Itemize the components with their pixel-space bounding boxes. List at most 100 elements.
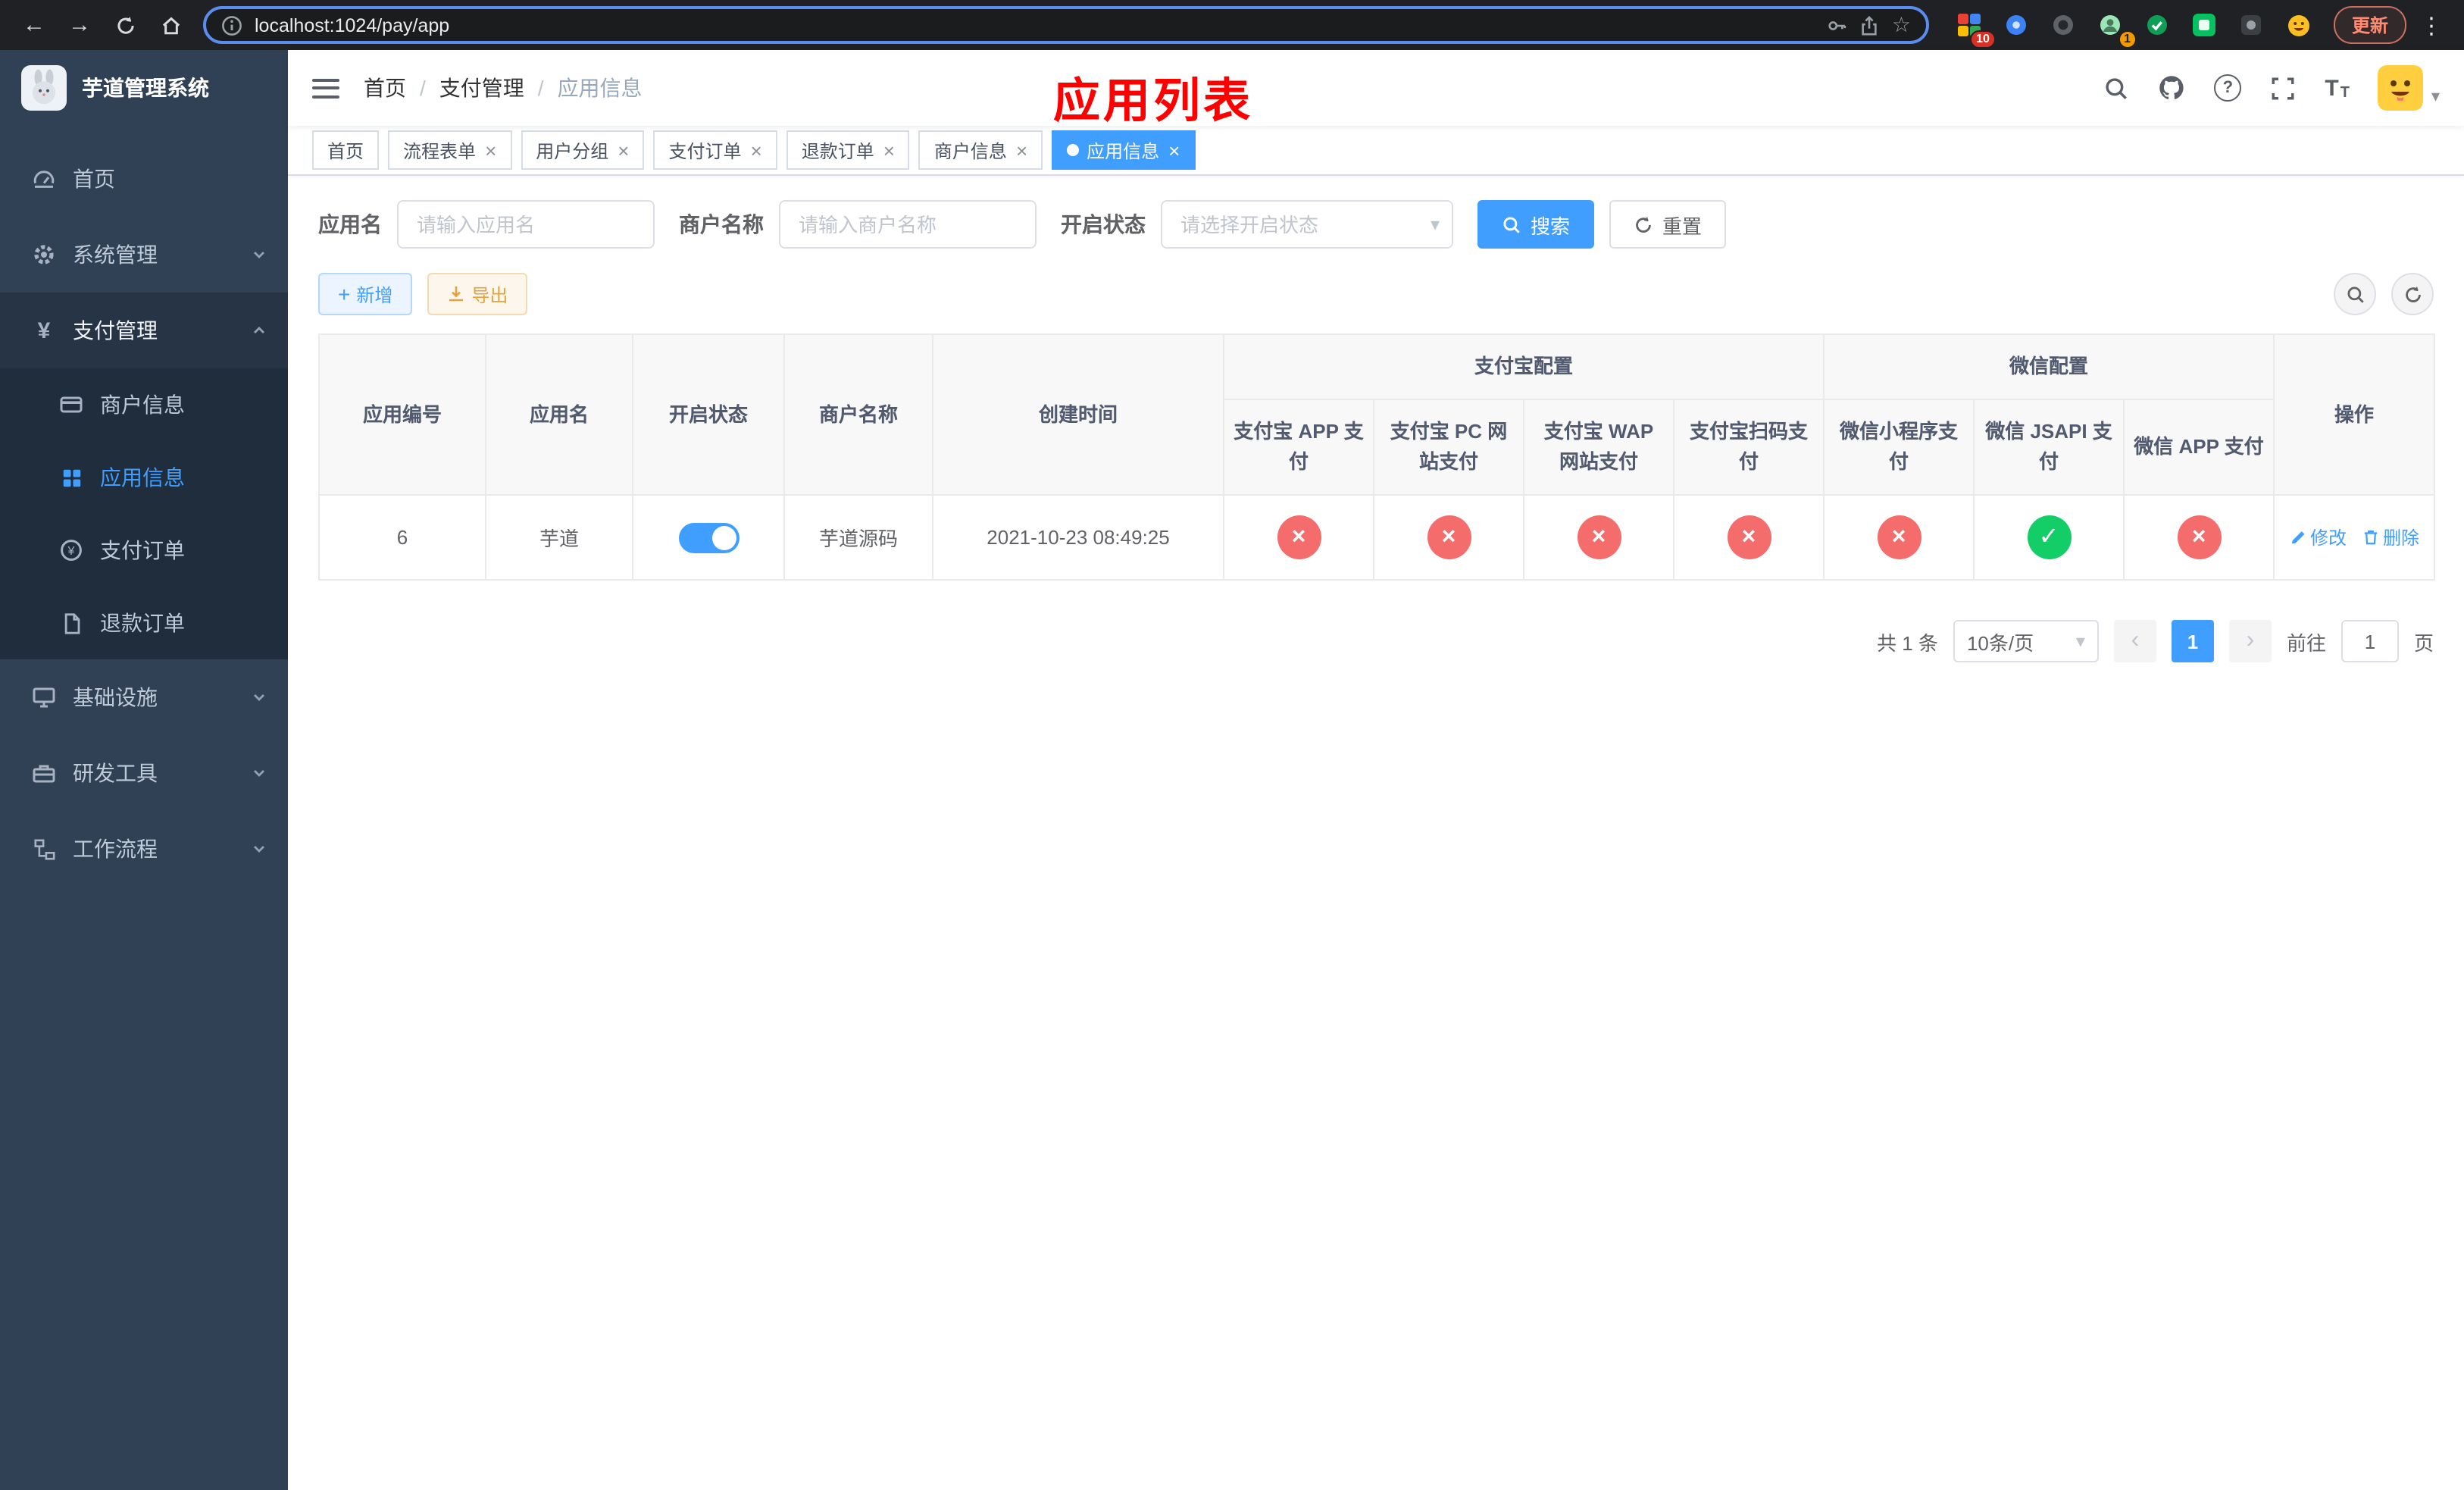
tab-refund-order[interactable]: 退款订单 × [786, 130, 910, 170]
cell-created: 2021-10-23 08:49:25 [932, 494, 1224, 581]
sidebar-item-app-info[interactable]: 应用信息 [0, 441, 288, 514]
status-select[interactable]: ▾ [1161, 200, 1453, 249]
tab-home[interactable]: 首页 [312, 130, 380, 170]
reset-button[interactable]: 重置 [1609, 200, 1727, 249]
col-group-wechat: 微信配置 [1823, 333, 2275, 401]
status-select-input[interactable] [1161, 200, 1453, 249]
extension-check-icon[interactable] [2140, 7, 2176, 43]
extension-avatar-icon[interactable]: 1 [2093, 7, 2137, 48]
browser-menu-button[interactable]: ⋮ [2414, 11, 2449, 39]
url-bar[interactable]: localhost:1024/pay/app ☆ [203, 6, 1929, 44]
breadcrumb-home[interactable]: 首页 [364, 73, 406, 103]
font-size-icon[interactable]: TT [2325, 75, 2350, 101]
search-button[interactable]: 搜索 [1477, 200, 1595, 249]
forward-icon: → [68, 12, 91, 38]
yen-icon: ¥ [37, 318, 51, 343]
sidebar-item-infra[interactable]: 基础设施 [0, 659, 288, 735]
sidebar-item-pay-order[interactable]: ¥ 支付订单 [0, 514, 288, 587]
disabled-status-icon: × [1727, 515, 1771, 560]
help-icon[interactable]: ? [2214, 74, 2242, 102]
close-icon[interactable]: × [883, 140, 895, 160]
extension-colorgrid-icon[interactable]: 10 [1952, 7, 1996, 48]
sidebar-item-dev-tools[interactable]: 研发工具 [0, 735, 288, 811]
col-header-name: 应用名 [485, 333, 633, 496]
edit-link[interactable]: 修改 [2289, 525, 2347, 551]
sidebar-item-label: 系统管理 [73, 243, 158, 267]
page-size-select[interactable]: 10条/页 ▾ [1953, 620, 2099, 663]
back-button[interactable]: ← [15, 6, 53, 44]
refresh-table-button[interactable] [2391, 273, 2434, 315]
home-button[interactable] [152, 6, 189, 44]
tab-pay-order[interactable]: 支付订单 × [653, 130, 777, 170]
extension-puzzle-icon[interactable] [2234, 7, 2270, 43]
tab-app-info[interactable]: 应用信息 × [1052, 130, 1196, 170]
password-key-icon[interactable] [1827, 14, 1848, 36]
browser-update-button[interactable]: 更新 [2333, 6, 2406, 44]
back-icon: ← [23, 12, 45, 38]
site-info-icon[interactable] [221, 14, 242, 36]
export-button-label: 导出 [471, 284, 508, 305]
github-icon[interactable] [2158, 74, 2185, 102]
breadcrumb: 首页 / 支付管理 / 应用信息 [364, 73, 643, 103]
sidebar-item-refund-order[interactable]: 退款订单 [0, 587, 288, 659]
enable-switch[interactable] [678, 522, 739, 553]
cell-name: 芋道 [485, 494, 633, 581]
goto-page-input[interactable] [2340, 620, 2399, 663]
sidebar-item-system[interactable]: 系统管理 [0, 217, 288, 293]
table-header-group-row: 应用编号 应用名 开启状态 商户名称 创建时间 支付宝配置 微信配置 操作 [318, 333, 2436, 496]
sidebar-item-home[interactable]: 首页 [0, 141, 288, 217]
col-header-actions: 操作 [2273, 333, 2436, 496]
extension-green-square-icon[interactable] [2187, 7, 2223, 43]
monitor-icon [30, 685, 58, 709]
chevron-down-icon: ▾ [2075, 631, 2085, 653]
close-icon[interactable]: × [485, 140, 496, 160]
user-menu[interactable]: ▾ [2378, 65, 2440, 111]
tab-label: 支付订单 [668, 140, 742, 161]
trash-icon [2363, 531, 2377, 546]
header-search-icon[interactable] [2103, 75, 2129, 101]
tab-process-form[interactable]: 流程表单 × [388, 130, 512, 170]
extension-emoji-icon[interactable] [2281, 7, 2317, 43]
extension-drop-icon[interactable] [1999, 7, 2035, 43]
caret-down-icon: ▾ [2431, 88, 2440, 106]
col-header-alipay-app: 支付宝 APP 支付 [1223, 399, 1374, 496]
forward-button[interactable]: → [61, 6, 98, 44]
merchant-name-input[interactable] [779, 200, 1037, 249]
col-header-alipay-qr: 支付宝扫码支付 [1672, 399, 1825, 496]
tab-merchant-info[interactable]: 商户信息 × [918, 130, 1043, 170]
sidebar-item-payment[interactable]: ¥ 支付管理 [0, 293, 288, 368]
app-name-input[interactable] [397, 200, 655, 249]
col-header-alipay-pc: 支付宝 PC 网站支付 [1373, 399, 1524, 496]
prev-page-button[interactable]: ‹ [2113, 620, 2156, 663]
hamburger-button[interactable] [312, 78, 339, 98]
next-page-button[interactable]: › [2228, 620, 2272, 663]
export-button[interactable]: 导出 [427, 273, 528, 315]
close-icon[interactable]: × [1016, 140, 1027, 160]
cell-alipay-app: × [1223, 494, 1374, 581]
col-header-merchant: 商户名称 [783, 333, 933, 496]
breadcrumb-payment[interactable]: 支付管理 [439, 73, 524, 103]
delete-link[interactable]: 删除 [2362, 525, 2419, 551]
current-page-button[interactable]: 1 [2171, 620, 2214, 663]
breadcrumb-current: 应用信息 [557, 76, 643, 100]
share-icon[interactable] [1860, 14, 1880, 36]
add-button[interactable]: + 新增 [318, 273, 413, 315]
col-header-created: 创建时间 [932, 333, 1224, 496]
refresh-icon [117, 16, 133, 33]
col-header-wx-jsapi: 微信 JSAPI 支付 [1973, 399, 2125, 496]
fullscreen-icon[interactable] [2270, 75, 2296, 101]
extension-dark-circle-icon[interactable] [2046, 7, 2082, 43]
tab-user-group[interactable]: 用户分组 × [521, 130, 645, 170]
sidebar-item-workflow[interactable]: 工作流程 [0, 811, 288, 887]
filter-merchant-name: 商户名称 [679, 200, 1037, 249]
bookmark-star-icon[interactable]: ☆ [1892, 12, 1911, 38]
close-icon[interactable]: × [618, 140, 629, 160]
close-icon[interactable]: × [1168, 140, 1180, 160]
refresh-button[interactable] [106, 6, 144, 44]
sidebar-item-merchant-info[interactable]: 商户信息 [0, 368, 288, 441]
breadcrumb-separator: / [537, 76, 544, 100]
close-icon[interactable]: × [751, 140, 762, 160]
tags-view: 首页 流程表单 × 用户分组 × 支付订单 × 退款订单 × 商户信息 × 应用信息 × [288, 126, 2464, 176]
toggle-search-button[interactable] [2334, 273, 2376, 315]
download-icon [449, 286, 464, 302]
